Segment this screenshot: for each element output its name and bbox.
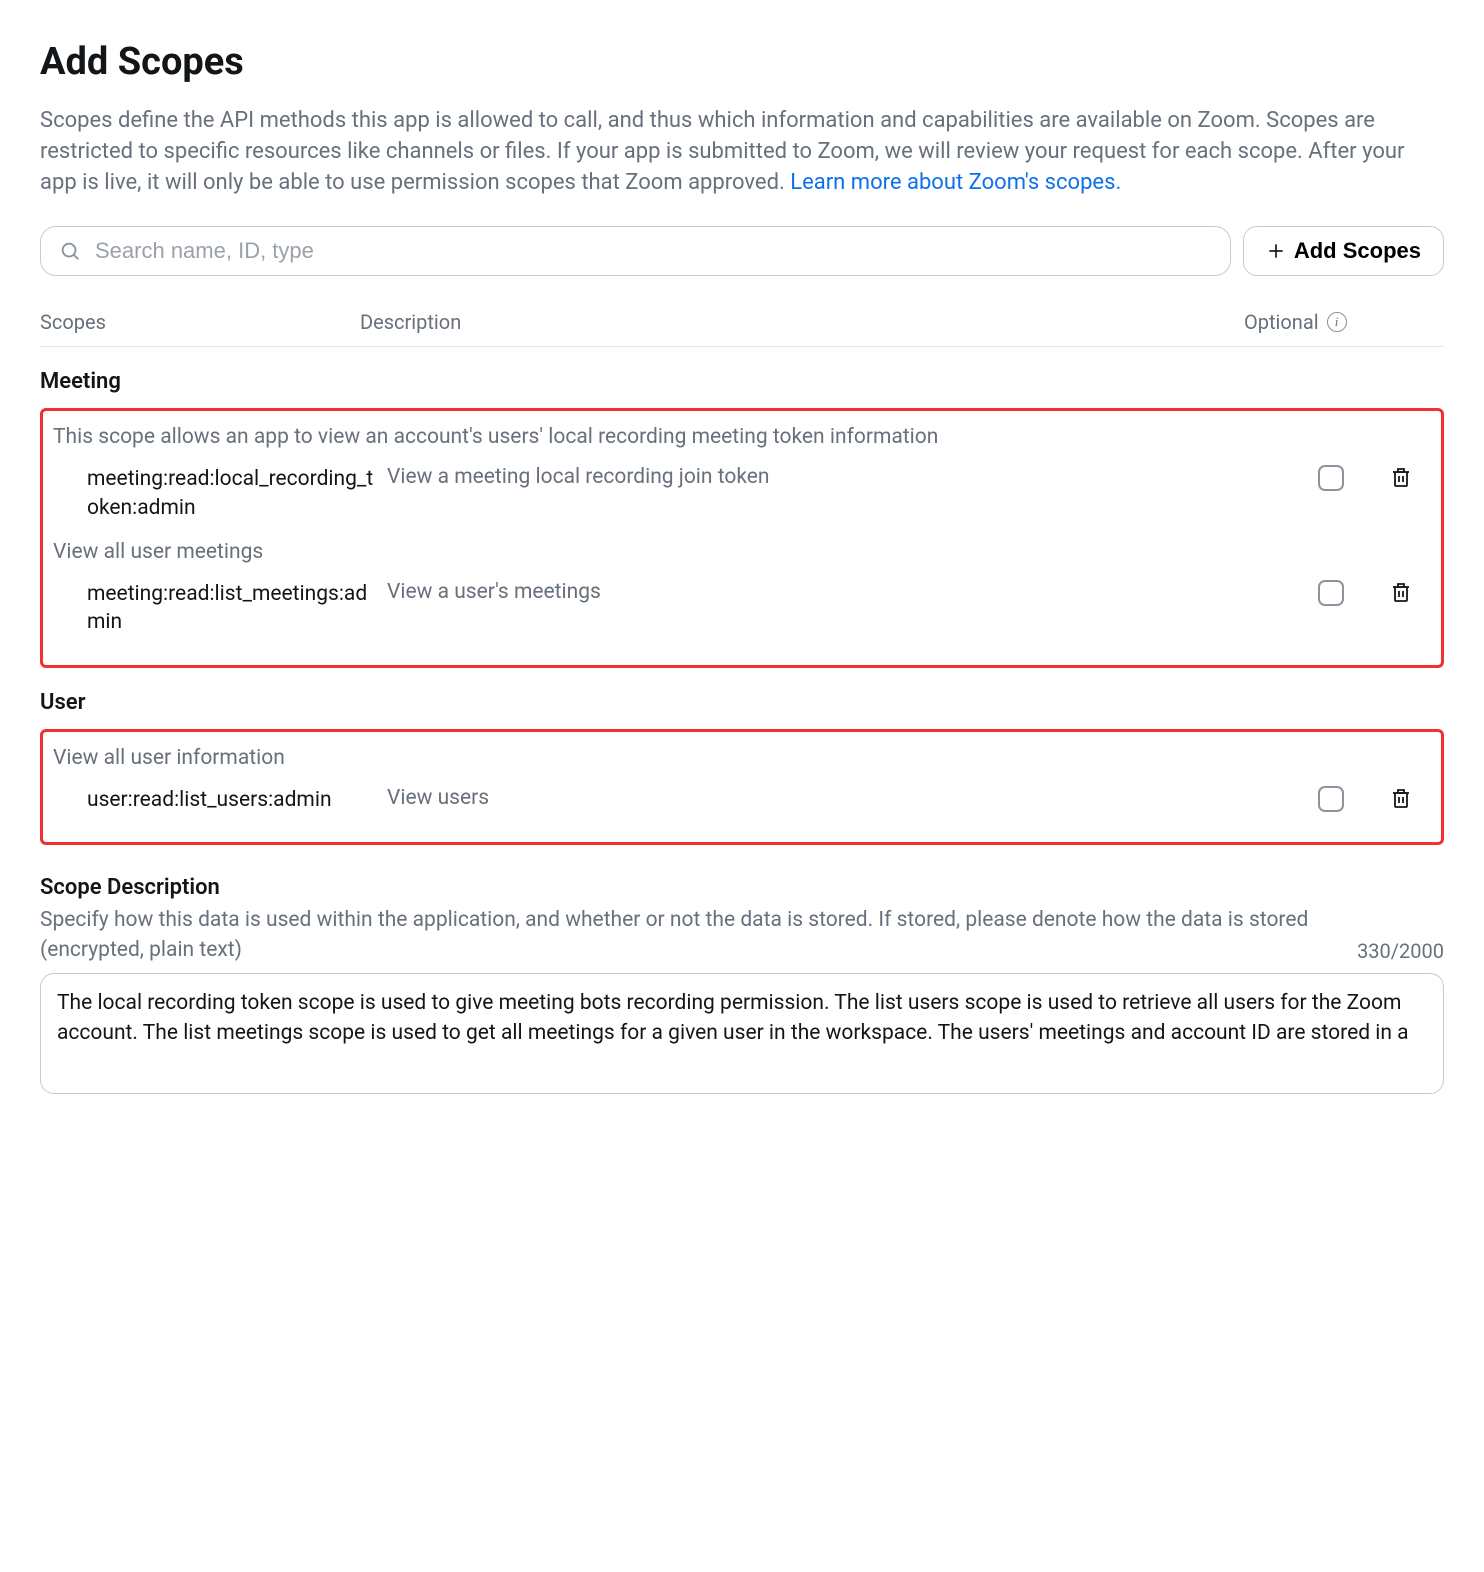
plus-icon	[1266, 241, 1286, 261]
scope-id: meeting:read:list_meetings:admin	[87, 580, 377, 637]
scope-description-sub: Specify how this data is used within the…	[40, 906, 1337, 965]
search-input[interactable]	[93, 237, 1212, 265]
table-header-row: Scopes Description Optional i	[40, 300, 1444, 347]
scope-desc: View users	[387, 786, 1291, 810]
search-container[interactable]	[40, 226, 1231, 276]
scope-row: meeting:read:local_recording_token:admin…	[53, 465, 1431, 522]
optional-checkbox[interactable]	[1318, 786, 1344, 812]
scope-description-textarea[interactable]	[40, 973, 1444, 1094]
info-icon[interactable]: i	[1327, 312, 1347, 332]
search-icon	[59, 240, 81, 262]
scope-row: user:read:list_users:admin View users	[53, 786, 1431, 814]
group-desc: View all user meetings	[53, 540, 1431, 564]
scope-desc: View a meeting local recording join toke…	[387, 465, 1291, 489]
intro-body: Scopes define the API methods this app i…	[40, 108, 1404, 195]
col-header-description: Description	[360, 310, 1244, 334]
add-scopes-button[interactable]: Add Scopes	[1243, 226, 1444, 276]
scope-row: meeting:read:list_meetings:admin View a …	[53, 580, 1431, 637]
intro-text: Scopes define the API methods this app i…	[40, 106, 1444, 198]
scope-description-heading: Scope Description	[40, 875, 1444, 900]
highlight-box-user: View all user information user:read:list…	[40, 729, 1444, 845]
col-header-scopes: Scopes	[40, 310, 360, 334]
col-header-optional: Optional	[1244, 310, 1319, 334]
learn-more-link[interactable]: Learn more about Zoom's scopes.	[790, 170, 1121, 195]
delete-button[interactable]	[1389, 465, 1413, 489]
trash-icon	[1389, 786, 1413, 810]
scope-desc: View a user's meetings	[387, 580, 1291, 604]
add-scopes-label: Add Scopes	[1294, 238, 1421, 264]
trash-icon	[1389, 465, 1413, 489]
scope-id: user:read:list_users:admin	[87, 786, 377, 814]
category-label-meeting: Meeting	[40, 369, 1444, 394]
optional-checkbox[interactable]	[1318, 465, 1344, 491]
group-desc: This scope allows an app to view an acco…	[53, 425, 1431, 449]
page-title: Add Scopes	[40, 40, 1444, 84]
group-desc: View all user information	[53, 746, 1431, 770]
delete-button[interactable]	[1389, 786, 1413, 810]
delete-button[interactable]	[1389, 580, 1413, 604]
optional-checkbox[interactable]	[1318, 580, 1344, 606]
trash-icon	[1389, 580, 1413, 604]
char-counter: 330/2000	[1357, 939, 1444, 965]
category-label-user: User	[40, 690, 1444, 715]
highlight-box-meeting: This scope allows an app to view an acco…	[40, 408, 1444, 667]
scope-id: meeting:read:local_recording_token:admin	[87, 465, 377, 522]
